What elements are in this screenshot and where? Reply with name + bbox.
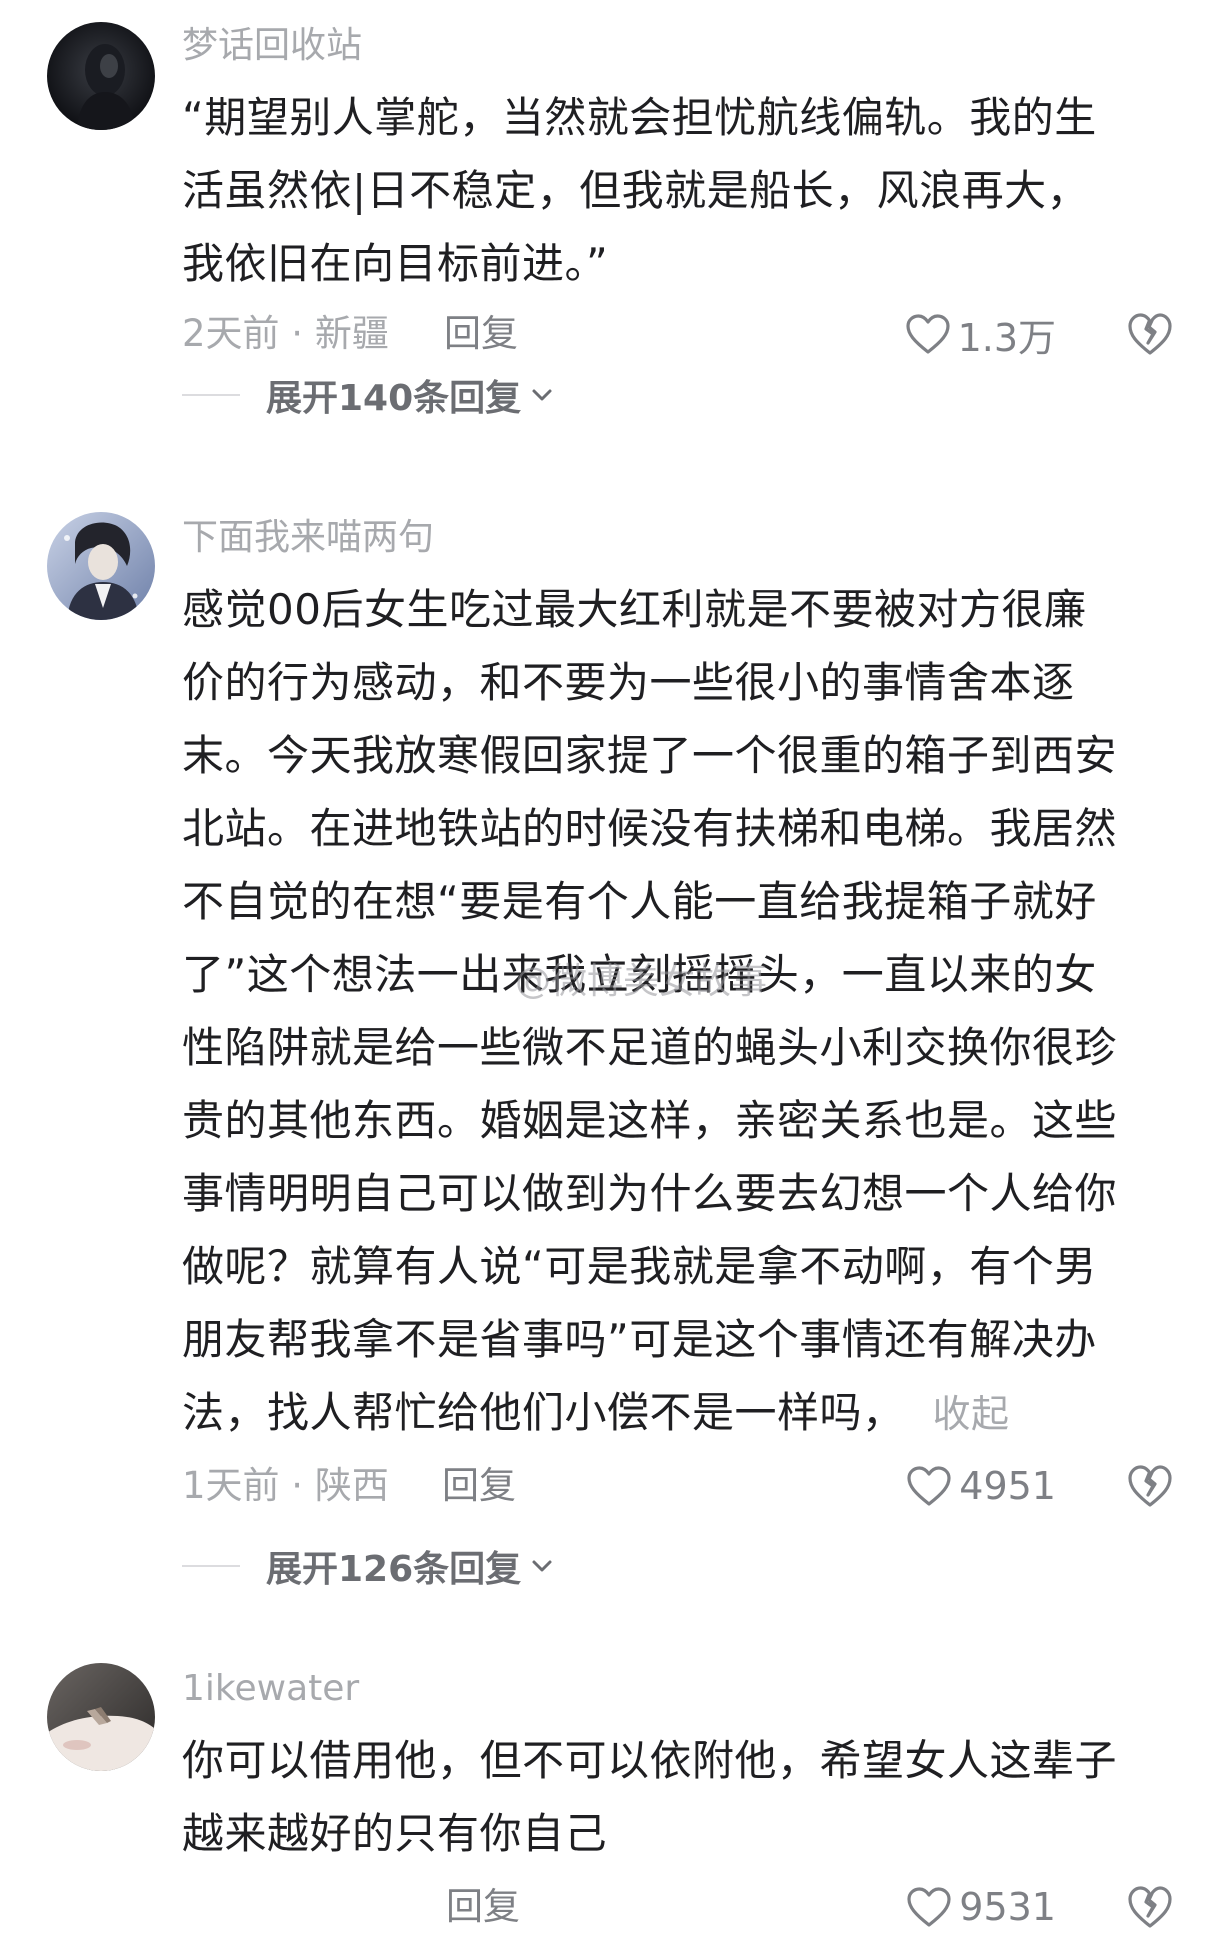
comment-text: 感觉00后女生吃过最大红利就是不要被对方很廉 价的行为感动，和不要为一些很小的事…	[182, 573, 1157, 1451]
comment-text-line: 不自觉的在想“要是有个人能一直给我提箱子就好	[182, 877, 1097, 926]
avatar[interactable]	[47, 1663, 155, 1771]
comment-text-line: 北站。在进地铁站的时候没有扶梯和电梯。我居然	[182, 804, 1118, 853]
comment-actions: 回复 9531	[182, 1882, 1176, 1932]
divider	[182, 1565, 240, 1567]
like-button[interactable]: 4951	[905, 1459, 1056, 1513]
username[interactable]: 梦话回收站	[182, 24, 362, 68]
dislike-button[interactable]	[1124, 1880, 1176, 1934]
dislike-button[interactable]	[1124, 1459, 1176, 1513]
expand-replies-label: 展开140条回复	[266, 378, 522, 419]
like-count: 1.3万	[957, 315, 1056, 360]
expand-replies-button[interactable]: 展开140条回复	[182, 370, 553, 420]
comment-text-line: 性陷阱就是给一些微不足道的蝇头小利交换你很珍	[182, 1023, 1118, 1072]
heart-icon	[907, 1887, 951, 1927]
comment-text-line: 事情明明自己可以做到为什么要去幻想一个人给你	[182, 1169, 1118, 1218]
comment-text: “期望别人掌舵，当然就会担忧航线偏轨。我的生 活虽然依|日不稳定，但我就是船长，…	[182, 81, 1157, 300]
comment-text-line: “期望别人掌舵，当然就会担忧航线偏轨。我的生	[182, 93, 1097, 142]
comment-text-line: 感觉00后女生吃过最大红利就是不要被对方很廉	[182, 585, 1087, 634]
comment-text-line: 你可以借用他，但不可以依附他，希望女人这辈子	[182, 1736, 1118, 1785]
like-count: 4951	[959, 1464, 1056, 1508]
broken-heart-icon	[1128, 313, 1172, 355]
broken-heart-icon	[1128, 1465, 1172, 1507]
comment-text-line: 越来越好的只有你自己	[182, 1809, 608, 1858]
dislike-button[interactable]	[1124, 307, 1176, 361]
comment-time-location: 2天前 · 新疆	[182, 312, 389, 355]
like-button[interactable]: 1.3万	[904, 307, 1056, 361]
like-count: 9531	[959, 1885, 1056, 1929]
expand-replies-label: 展开126条回复	[266, 1549, 522, 1590]
expand-replies-button[interactable]: 展开126条回复	[182, 1541, 553, 1591]
comment-text-line: 贵的其他东西。婚姻是这样，亲密关系也是。这些	[182, 1096, 1118, 1145]
chevron-down-icon	[532, 1560, 552, 1572]
comment-text-line: 末。今天我放寒假回家提了一个很重的箱子到西安	[182, 731, 1118, 780]
comment-text-line: 法，找人帮忙给他们小偿不是一样吗， 收起	[182, 1376, 1157, 1451]
comment-text-line: 做呢？就算有人说“可是我就是拿不动啊，有个男	[182, 1242, 1097, 1291]
heart-icon	[907, 1466, 951, 1506]
comment-text: 你可以借用他，但不可以依附他，希望女人这辈子 越来越好的只有你自己	[182, 1724, 1157, 1870]
divider	[182, 394, 240, 396]
comment-text-line: 朋友帮我拿不是省事吗”可是这个事情还有解决办	[182, 1315, 1097, 1364]
comment-text-line: 价的行为感动，和不要为一些很小的事情舍本逐	[182, 658, 1075, 707]
username[interactable]: 1ikewater	[182, 1667, 359, 1711]
chevron-down-icon	[532, 389, 552, 401]
reply-button[interactable]: 回复	[446, 1882, 520, 1932]
comment-text-line: 活虽然依|日不稳定，但我就是船长，风浪再大，	[182, 166, 1090, 215]
comment-actions: 2天前 · 新疆 回复 1.3万	[182, 307, 1176, 361]
avatar[interactable]	[47, 512, 155, 620]
comment-text-line: 了”这个想法一出来我立刻摇摇头，一直以来的女	[182, 950, 1097, 999]
reply-button[interactable]: 回复	[442, 1461, 516, 1511]
avatar[interactable]	[47, 22, 155, 130]
broken-heart-icon	[1128, 1886, 1172, 1928]
like-button[interactable]: 9531	[905, 1880, 1056, 1934]
username[interactable]: 下面我来喵两句	[182, 516, 434, 560]
collapse-button[interactable]: 收起	[933, 1392, 1010, 1436]
comment-time-location: 1天前 · 陕西	[182, 1464, 389, 1507]
comment-text-line: 我依旧在向目标前进。”	[182, 239, 609, 288]
reply-button[interactable]: 回复	[444, 309, 518, 359]
comment-actions: 1天前 · 陕西 回复 4951	[182, 1461, 1176, 1511]
heart-icon	[905, 314, 950, 354]
comment-text-tail: 法，找人帮忙给他们小偿不是一样吗，	[182, 1388, 905, 1437]
